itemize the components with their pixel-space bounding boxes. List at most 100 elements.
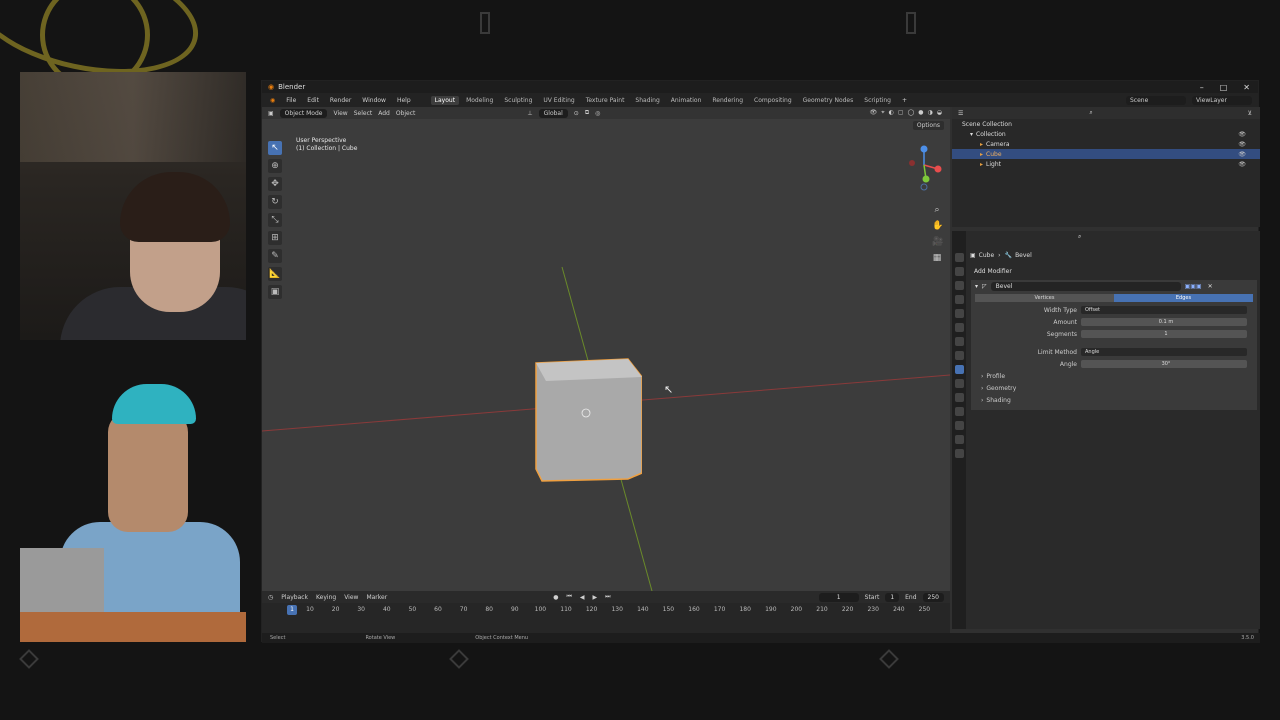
world-tab-icon[interactable]: [954, 323, 964, 332]
workspace-tab-uv-editing[interactable]: UV Editing: [539, 96, 578, 105]
timeline-editor-icon[interactable]: ◷: [268, 594, 273, 601]
3d-viewport[interactable]: ▣ Object Mode View Select Add Object ⊥ G…: [262, 107, 950, 591]
workspace-tab-compositing[interactable]: Compositing: [750, 96, 796, 105]
scale-tool-icon[interactable]: ⤡: [268, 213, 282, 227]
outliner-row-scene-collection[interactable]: Scene Collection: [952, 119, 1260, 129]
cursor-tool-icon[interactable]: ⊕: [268, 159, 282, 173]
width-type-dropdown[interactable]: Offset: [1081, 306, 1247, 314]
visibility-eye-icon[interactable]: 👁: [1238, 161, 1246, 168]
overlay-icon[interactable]: ◐: [889, 109, 894, 117]
end-frame-field[interactable]: 250: [922, 592, 944, 602]
editor-type-icon[interactable]: ▣: [268, 110, 274, 117]
menu-window[interactable]: Window: [358, 96, 390, 105]
menu-file[interactable]: File: [282, 96, 300, 105]
profile-subpanel[interactable]: › Profile: [971, 370, 1257, 382]
view-layer-tab-icon[interactable]: [954, 295, 964, 304]
outliner-row-light[interactable]: ▸ Light 👁: [952, 159, 1260, 169]
physics-tab-icon[interactable]: [954, 393, 964, 402]
limit-method-dropdown[interactable]: Angle: [1081, 348, 1247, 356]
modifier-name-field[interactable]: Bevel: [990, 281, 1181, 291]
annotate-tool-icon[interactable]: ✎: [268, 249, 282, 263]
viewport-menu-add[interactable]: Add: [378, 110, 390, 117]
shading-wireframe-icon[interactable]: ◯: [908, 109, 915, 117]
transform-tool-icon[interactable]: ⊞: [268, 231, 282, 245]
timeline-menu-marker[interactable]: Marker: [366, 594, 387, 601]
options-button[interactable]: Options: [912, 121, 944, 130]
render-tab-icon[interactable]: [954, 267, 964, 276]
pivot-icon[interactable]: ⊙: [574, 110, 579, 117]
play-reverse-icon[interactable]: ◀: [580, 594, 585, 601]
add-workspace-icon[interactable]: +: [898, 96, 911, 105]
tool-tab-icon[interactable]: [954, 253, 964, 262]
affect-edges-button[interactable]: Edges: [1114, 294, 1253, 302]
modifier-display-toggles-icon[interactable]: ▣▣▣: [1185, 283, 1202, 290]
play-icon[interactable]: ▶: [592, 594, 597, 601]
viewport-menu-object[interactable]: Object: [396, 110, 416, 117]
modifier-close-icon[interactable]: ✕: [1208, 283, 1213, 290]
workspace-tab-modeling[interactable]: Modeling: [462, 96, 497, 105]
amount-field[interactable]: 0.1 m: [1081, 318, 1247, 326]
add-cube-tool-icon[interactable]: ▣: [268, 285, 282, 299]
pan-hand-icon[interactable]: ✋: [932, 221, 943, 231]
scene-tab-icon[interactable]: [954, 309, 964, 318]
outliner-row-cube[interactable]: ▸ Cube 👁: [952, 149, 1260, 159]
cube-object[interactable]: [532, 355, 642, 483]
visibility-eye-icon[interactable]: 👁: [1238, 151, 1246, 158]
filter-icon[interactable]: ⊻: [1248, 110, 1260, 117]
add-modifier-button[interactable]: Add Modifier: [970, 265, 1258, 277]
jump-end-icon[interactable]: ⏭: [605, 593, 610, 601]
texture-tab-icon[interactable]: [954, 449, 964, 458]
viewport-menu-view[interactable]: View: [333, 110, 347, 117]
material-tab-icon[interactable]: [954, 435, 964, 444]
ortho-grid-icon[interactable]: ▦: [932, 253, 942, 263]
camera-view-icon[interactable]: 🎥: [932, 237, 943, 247]
outliner-editor-icon[interactable]: ☰: [958, 110, 963, 117]
workspace-tab-animation[interactable]: Animation: [667, 96, 706, 105]
shading-solid-icon[interactable]: ●: [918, 109, 923, 117]
workspace-tab-texture-paint[interactable]: Texture Paint: [582, 96, 629, 105]
object-tab-icon[interactable]: [954, 351, 964, 360]
jump-start-icon[interactable]: ⏮: [566, 593, 571, 601]
menu-help[interactable]: Help: [393, 96, 415, 105]
timeline-menu-keying[interactable]: Keying: [316, 594, 336, 601]
constraints-tab-icon[interactable]: [954, 407, 964, 416]
collapse-chevron-icon[interactable]: ▾: [975, 283, 978, 290]
workspace-tab-shading[interactable]: Shading: [631, 96, 663, 105]
timeline-menu-playback[interactable]: Playback: [281, 594, 308, 601]
snap-icon[interactable]: ⧉: [585, 109, 589, 117]
xray-icon[interactable]: ▢: [898, 109, 904, 117]
outliner-search-icon[interactable]: ⌕: [1089, 109, 1092, 117]
mode-selector[interactable]: Object Mode: [279, 108, 328, 118]
outliner-row-collection[interactable]: ▾ Collection 👁: [952, 129, 1260, 139]
visibility-eye-icon[interactable]: 👁: [1238, 141, 1246, 148]
particles-tab-icon[interactable]: [954, 379, 964, 388]
minimize-button[interactable]: –: [1200, 83, 1204, 92]
viewport-menu-select[interactable]: Select: [354, 110, 373, 117]
zoom-icon[interactable]: ⌕: [932, 205, 942, 215]
measure-tool-icon[interactable]: 📐: [268, 267, 282, 281]
shading-material-icon[interactable]: ◑: [928, 109, 933, 117]
menu-render[interactable]: Render: [326, 96, 355, 105]
geometry-subpanel[interactable]: › Geometry: [971, 382, 1257, 394]
workspace-tab-rendering[interactable]: Rendering: [708, 96, 747, 105]
start-frame-field[interactable]: 1: [885, 592, 900, 602]
segments-field[interactable]: 1: [1081, 330, 1247, 338]
current-frame-indicator[interactable]: 1: [287, 605, 297, 615]
workspace-tab-sculpting[interactable]: Sculpting: [500, 96, 536, 105]
shading-rendered-icon[interactable]: ◒: [937, 109, 942, 117]
select-box-tool-icon[interactable]: ↖: [268, 141, 282, 155]
outliner-row-camera[interactable]: ▸ Camera 👁: [952, 139, 1260, 149]
affect-vertices-button[interactable]: Vertices: [975, 294, 1114, 302]
move-tool-icon[interactable]: ✥: [268, 177, 282, 191]
modifier-tab-icon[interactable]: [954, 365, 964, 374]
proportional-edit-icon[interactable]: ◎: [595, 110, 600, 117]
visibility-icon[interactable]: 👁: [870, 109, 878, 117]
visibility-eye-icon[interactable]: 👁: [1238, 131, 1246, 138]
data-tab-icon[interactable]: [954, 421, 964, 430]
workspace-tab-geometry-nodes[interactable]: Geometry Nodes: [799, 96, 858, 105]
orientation-selector[interactable]: Global: [538, 108, 568, 118]
scene-selector[interactable]: Scene: [1126, 95, 1186, 105]
workspace-tab-layout[interactable]: Layout: [430, 95, 460, 105]
record-icon[interactable]: ●: [553, 594, 558, 601]
rotate-tool-icon[interactable]: ↻: [268, 195, 282, 209]
